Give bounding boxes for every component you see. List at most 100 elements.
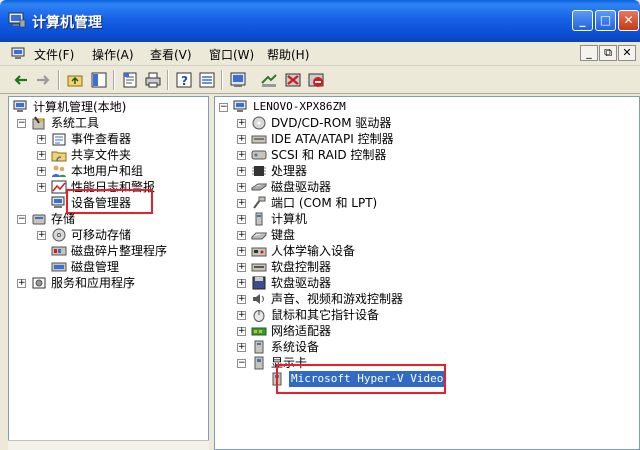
device-category-sound[interactable]: + 声音、视频和游戏控制器 [237, 291, 537, 307]
device-manager-icon [51, 196, 65, 208]
defragmenter-icon [51, 246, 67, 256]
device-category-processor[interactable]: + 处理器 [237, 163, 537, 179]
expand-toggle[interactable]: + [37, 135, 46, 144]
expand-toggle[interactable]: + [237, 119, 246, 128]
expand-toggle[interactable]: + [37, 151, 46, 160]
collapse-toggle[interactable]: − [219, 103, 228, 112]
uninstall-icon[interactable] [284, 71, 302, 89]
device-category-mouse[interactable]: + 鼠标和其它指针设备 [237, 307, 537, 323]
child-window-controls: _ ⧉ ✕ [579, 45, 636, 61]
expand-toggle[interactable]: + [237, 167, 246, 176]
update-driver-icon[interactable] [260, 71, 278, 89]
device-category-network[interactable]: + 网络适配器 [237, 323, 537, 339]
expand-toggle[interactable]: + [237, 263, 246, 272]
collapse-toggle[interactable]: − [17, 119, 26, 128]
tree-label: 人体学输入设备 [271, 244, 356, 258]
tree-node-disk-management[interactable]: 磁盘管理 [51, 259, 207, 275]
tree-label: SCSI 和 RAID 控制器 [271, 148, 387, 162]
properties-icon[interactable] [121, 71, 139, 89]
expand-toggle[interactable]: + [237, 327, 246, 336]
performance-icon [51, 180, 67, 194]
tree-node-storage[interactable]: − 存储 [17, 211, 207, 227]
tree-node-removable-storage[interactable]: + 可移动存储 [37, 227, 207, 243]
menu-action[interactable]: 操作(A) [92, 46, 134, 63]
tree-node-disk-defragmenter[interactable]: 磁盘碎片整理程序 [51, 243, 207, 259]
disable-device-icon[interactable] [307, 71, 325, 89]
close-button[interactable]: ✕ [618, 10, 639, 31]
expand-toggle[interactable]: + [37, 231, 46, 240]
app-menu-icon[interactable] [11, 47, 27, 61]
menu-window[interactable]: 窗口(W) [209, 46, 254, 63]
tree-node-shared-folders[interactable]: + 共享文件夹 [37, 147, 207, 163]
up-folder-icon[interactable] [66, 71, 84, 89]
tree-node-event-viewer[interactable]: + 事件查看器 [37, 131, 207, 147]
expand-toggle[interactable]: + [37, 183, 46, 192]
collapse-toggle[interactable]: − [237, 359, 246, 368]
tree-node-services-applications[interactable]: + 服务和应用程序 [17, 275, 207, 291]
expand-toggle[interactable]: + [237, 215, 246, 224]
hid-icon [251, 247, 267, 257]
left-pane-scrollbar[interactable] [8, 440, 209, 450]
expand-toggle[interactable]: + [237, 183, 246, 192]
expand-toggle[interactable]: + [237, 151, 246, 160]
tree-node-local-users-groups[interactable]: + 本地用户和组 [37, 163, 207, 179]
device-tree-root[interactable]: − LENOVO-XPX86ZM [219, 99, 519, 115]
child-restore-button[interactable]: ⧉ [599, 45, 617, 61]
device-category-system[interactable]: + 系统设备 [237, 339, 537, 355]
child-close-button[interactable]: ✕ [618, 45, 636, 61]
menu-file[interactable]: 文件(F) [34, 46, 74, 63]
tree-label: 共享文件夹 [71, 148, 132, 162]
display-adapter-icon [254, 356, 264, 370]
expand-toggle[interactable]: + [17, 279, 26, 288]
expand-toggle[interactable]: + [37, 167, 46, 176]
tree-root-computer-management[interactable]: 计算机管理(本地) [13, 99, 208, 115]
shared-folder-icon [51, 151, 67, 162]
expand-toggle[interactable]: + [237, 311, 246, 320]
show-hide-tree-icon[interactable] [90, 71, 108, 89]
device-tree-pane[interactable]: − LENOVO-XPX86ZM + DVD/CD-ROM 驱动器 + IDE … [214, 96, 640, 450]
expand-toggle[interactable]: + [237, 343, 246, 352]
details-icon[interactable] [198, 71, 216, 89]
dvd-drive-icon [252, 116, 266, 130]
device-category-keyboard[interactable]: + 键盘 [237, 227, 537, 243]
device-category-floppy-controller[interactable]: + 软盘控制器 [237, 259, 537, 275]
tree-node-system-tools[interactable]: − 系统工具 [17, 115, 207, 131]
collapse-toggle[interactable]: − [17, 215, 26, 224]
tree-label: 磁盘驱动器 [271, 180, 332, 194]
maximize-button[interactable]: □ [595, 10, 616, 31]
expand-toggle[interactable]: + [237, 135, 246, 144]
device-category-disk-drives[interactable]: + 磁盘驱动器 [237, 179, 537, 195]
expand-toggle[interactable]: + [237, 279, 246, 288]
services-icon [32, 277, 46, 289]
menu-view[interactable]: 查看(V) [150, 46, 192, 63]
removable-storage-icon [52, 228, 66, 242]
title-bar[interactable]: 计算机管理 _ □ ✕ [0, 0, 640, 42]
back-arrow-icon[interactable] [12, 71, 30, 89]
expand-toggle[interactable]: + [237, 247, 246, 256]
toolbar: ? [0, 66, 640, 94]
device-category-computer[interactable]: + 计算机 [237, 211, 537, 227]
scsi-controller-icon [251, 150, 267, 160]
help-icon[interactable]: ? [175, 71, 193, 89]
menu-help[interactable]: 帮助(H) [267, 46, 309, 63]
device-category-floppy-drive[interactable]: + 软盘驱动器 [237, 275, 537, 291]
device-category-ports[interactable]: + 端口 (COM 和 LPT) [237, 195, 537, 211]
tree-label: 端口 (COM 和 LPT) [271, 196, 378, 210]
device-category-hid[interactable]: + 人体学输入设备 [237, 243, 537, 259]
expand-toggle[interactable]: + [237, 295, 246, 304]
tree-label: LENOVO-XPX86ZM [253, 100, 346, 113]
expand-toggle[interactable]: + [237, 199, 246, 208]
device-category-dvd[interactable]: + DVD/CD-ROM 驱动器 [237, 115, 537, 131]
expand-toggle[interactable]: + [237, 231, 246, 240]
child-minimize-button[interactable]: _ [580, 45, 598, 61]
minimize-button[interactable]: _ [572, 10, 593, 31]
scan-hardware-icon[interactable] [229, 71, 247, 89]
console-tree-pane[interactable]: 计算机管理(本地) − 系统工具 + 事件查看器 + 共享文件夹 + 本地用户和… [8, 96, 209, 450]
tree-label: 系统设备 [271, 340, 320, 354]
device-category-ide[interactable]: + IDE ATA/ATAPI 控制器 [237, 131, 537, 147]
print-icon[interactable] [144, 71, 162, 89]
forward-arrow-icon[interactable] [34, 71, 52, 89]
toolbar-separator [221, 70, 223, 90]
device-category-scsi[interactable]: + SCSI 和 RAID 控制器 [237, 147, 537, 163]
toolbar-separator [167, 70, 169, 90]
